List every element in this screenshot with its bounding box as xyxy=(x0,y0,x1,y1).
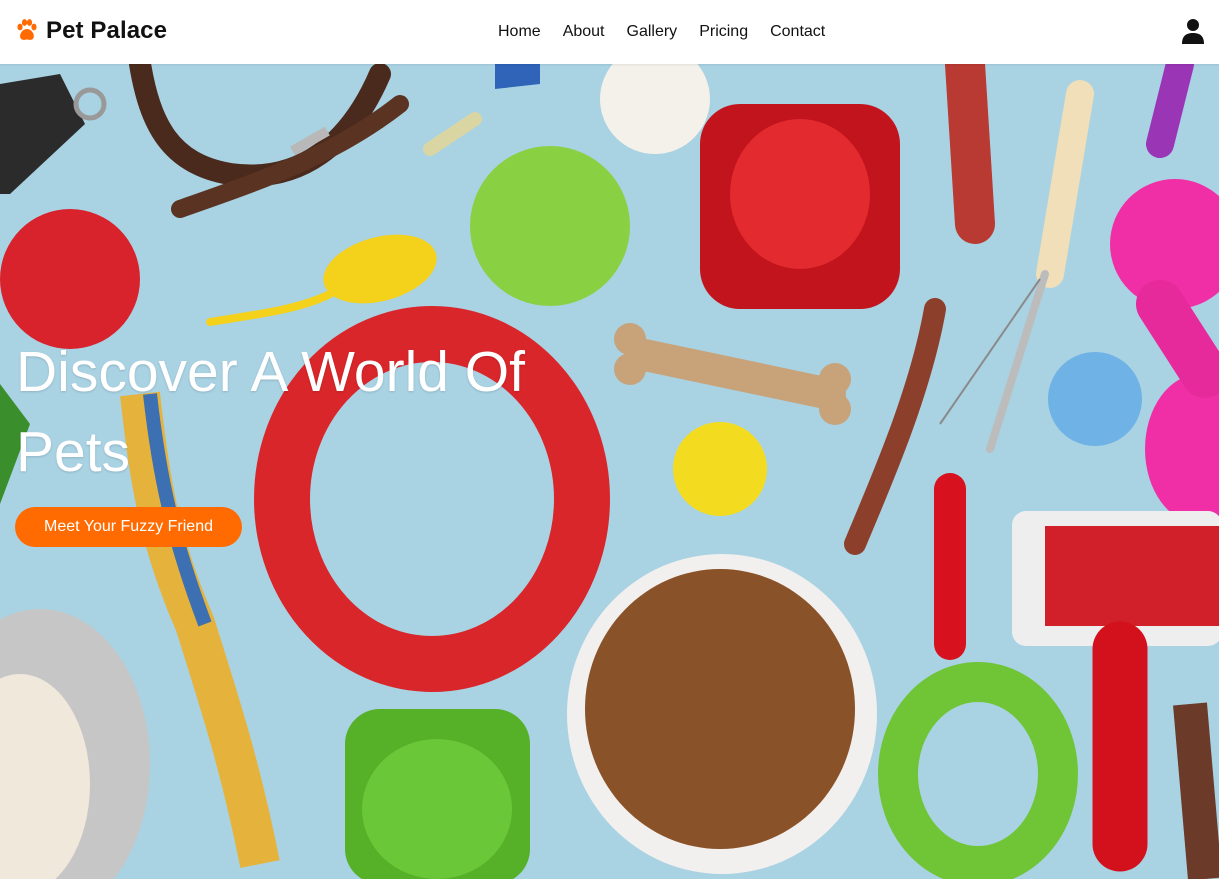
user-icon[interactable] xyxy=(1181,18,1205,44)
hero-section: Discover A World Of Pets Meet Your Fuzzy… xyxy=(0,64,1219,879)
nav-link-pricing[interactable]: Pricing xyxy=(688,23,759,41)
hero-title: Discover A World Of Pets xyxy=(16,340,525,484)
brand-name: Pet Palace xyxy=(46,17,168,44)
main-nav: Home About Gallery Pricing Contact xyxy=(487,0,836,64)
brand-logo-link[interactable]: Pet Palace xyxy=(14,15,167,47)
nav-link-home[interactable]: Home xyxy=(487,23,552,41)
nav-link-contact[interactable]: Contact xyxy=(759,23,836,41)
top-navbar: Pet Palace Home About Gallery Pricing Co… xyxy=(0,0,1219,64)
meet-fuzzy-friend-button[interactable]: Meet Your Fuzzy Friend xyxy=(15,507,242,547)
nav-link-about[interactable]: About xyxy=(552,23,616,41)
paw-icon xyxy=(14,18,40,44)
nav-link-gallery[interactable]: Gallery xyxy=(616,23,689,41)
